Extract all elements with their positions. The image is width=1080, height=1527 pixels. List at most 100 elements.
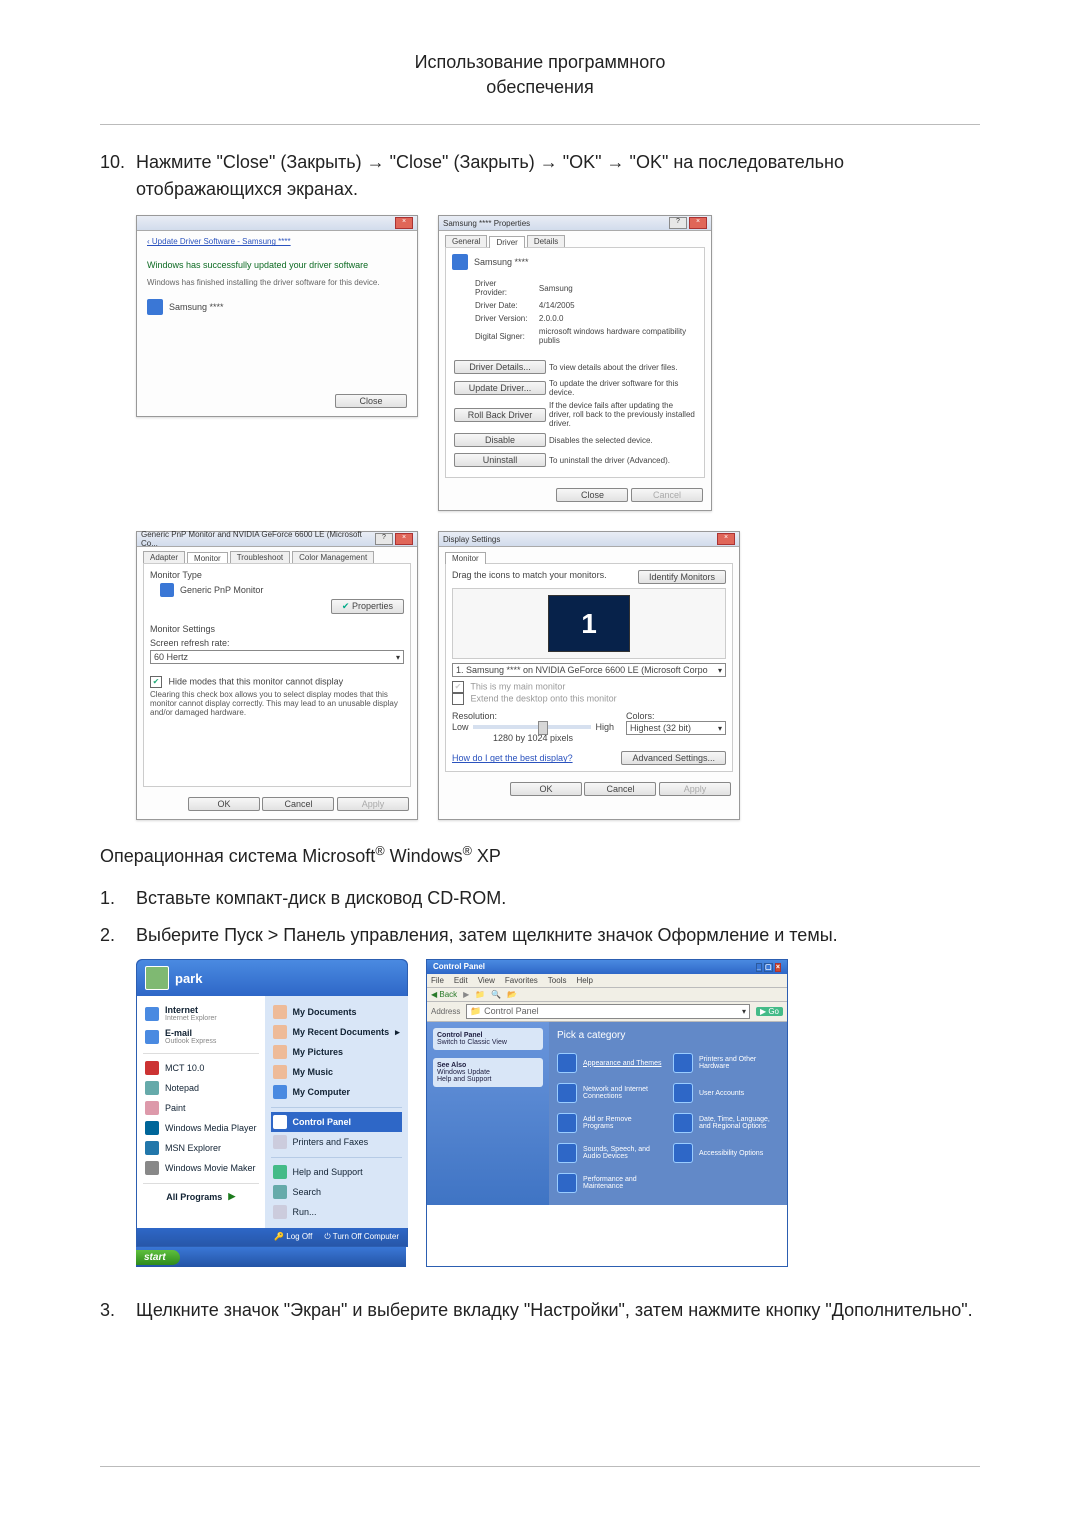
monitor-preview[interactable]: 1 [548,595,630,652]
start-item-msn[interactable]: MSN Explorer [143,1138,259,1158]
tab-adapter[interactable]: Adapter [143,551,185,563]
start-item-mycomputer[interactable]: My Computer [271,1082,402,1102]
close-icon[interactable]: × [395,217,413,229]
cat-printers[interactable]: Printers and Other Hardware [673,1049,779,1077]
start-item-wmm[interactable]: Windows Movie Maker [143,1158,259,1178]
folders-icon[interactable]: 📂 [507,990,517,999]
cat-accessibility[interactable]: Accessibility Options [673,1139,779,1167]
cat-appearance[interactable]: Appearance and Themes [557,1049,663,1077]
advanced-settings-button[interactable]: Advanced Settings... [621,751,726,765]
start-item-search[interactable]: Search [271,1182,402,1202]
sound-icon [557,1143,577,1163]
tab-driver[interactable]: Driver [489,236,524,248]
shutdown-button[interactable]: ⏻ Turn Off Computer [324,1232,399,1242]
monitor-select[interactable]: 1. Samsung **** on NVIDIA GeForce 6600 L… [452,663,726,677]
close-icon[interactable]: × [689,217,707,229]
maximize-icon[interactable]: ▢ [764,963,773,972]
start-item-mct[interactable]: MCT 10.0 [143,1058,259,1078]
start-item-control-panel[interactable]: Control Panel [271,1112,402,1132]
step-1-num: 1. [100,885,136,912]
device-name: Samsung **** [169,302,224,312]
start-all-programs[interactable]: All Programs ▶ [143,1188,259,1205]
tab-details[interactable]: Details [527,235,565,247]
logoff-button[interactable]: 🔑 Log Off [274,1232,312,1242]
close-icon[interactable]: × [775,963,781,972]
properties-button[interactable]: ✔ Properties [331,599,404,614]
tab-troubleshoot[interactable]: Troubleshoot [230,551,290,563]
start-item-music[interactable]: My Music [271,1062,402,1082]
best-display-link[interactable]: How do I get the best display? [452,753,573,763]
up-icon[interactable]: 📁 [475,990,485,999]
help-icon[interactable]: ? [669,217,687,229]
menu-view[interactable]: View [478,976,495,985]
menu-file[interactable]: File [431,976,444,985]
help-support-link[interactable]: Help and Support [437,1076,491,1083]
start-item-help[interactable]: Help and Support [271,1162,402,1182]
colors-select[interactable]: Highest (32 bit)▾ [626,721,726,735]
start-item-paint[interactable]: Paint [143,1098,259,1118]
cat-addremove[interactable]: Add or Remove Programs [557,1109,663,1137]
close-icon[interactable]: × [395,533,413,545]
disable-button[interactable]: Disable [454,433,546,447]
tab-general[interactable]: General [445,235,487,247]
start-item-printers[interactable]: Printers and Faxes [271,1132,402,1152]
cat-sounds[interactable]: Sounds, Speech, and Audio Devices [557,1139,663,1167]
cancel-button[interactable]: Cancel [584,782,656,796]
label: Driver Version: [474,313,536,324]
monitor-icon [160,583,174,597]
label: Driver Date: [474,300,536,311]
start-item-internet[interactable]: InternetInternet Explorer [143,1002,259,1025]
cancel-button[interactable]: Cancel [262,797,334,811]
ok-button[interactable]: OK [510,782,582,796]
cat-network[interactable]: Network and Internet Connections [557,1079,663,1107]
start-user: park [137,960,407,996]
hide-modes-checkbox[interactable]: ✔ [150,676,162,688]
start-item-email[interactable]: E-mailOutlook Express [143,1025,259,1048]
cat-users[interactable]: User Accounts [673,1079,779,1107]
start-item-mydocs[interactable]: My Documents [271,1002,402,1022]
driver-details-button[interactable]: Driver Details... [454,360,546,374]
refresh-rate-select[interactable]: 60 Hertz▾ [150,650,404,664]
start-item-pictures[interactable]: My Pictures [271,1042,402,1062]
tab-color-management[interactable]: Color Management [292,551,374,563]
start-item-recent[interactable]: My Recent Documents ▸ [271,1022,402,1042]
resolution-slider[interactable] [473,725,592,729]
address-bar[interactable]: 📁 Control Panel▾ [466,1004,750,1019]
cat-datetime[interactable]: Date, Time, Language, and Regional Optio… [673,1109,779,1137]
close-button[interactable]: Close [335,394,407,408]
tab-monitor[interactable]: Monitor [445,552,486,564]
rollback-driver-button[interactable]: Roll Back Driver [454,408,546,422]
menu-favorites[interactable]: Favorites [505,976,538,985]
start-item-run[interactable]: Run... [271,1202,402,1222]
switch-classic-link[interactable]: Switch to Classic View [437,1039,507,1046]
menu-tools[interactable]: Tools [548,976,567,985]
identify-monitors-button[interactable]: Identify Monitors [638,570,726,584]
update-driver-button[interactable]: Update Driver... [454,381,546,395]
minimize-icon[interactable]: _ [756,963,762,972]
breadcrumb[interactable]: ‹ Update Driver Software - Samsung **** [147,237,407,246]
performance-icon [557,1173,577,1193]
forward-button: ▶ [463,990,469,999]
close-button[interactable]: Close [556,488,628,502]
cat-performance[interactable]: Performance and Maintenance [557,1169,663,1197]
search-icon[interactable]: 🔍 [491,990,501,999]
screenshots-grid-1: × ‹ Update Driver Software - Samsung ***… [136,215,980,820]
paint-icon [145,1101,159,1115]
ok-button[interactable]: OK [188,797,260,811]
close-icon[interactable]: × [717,533,735,545]
menu-edit[interactable]: Edit [454,976,468,985]
start-button[interactable]: start [136,1250,180,1265]
update-success-headline: Windows has successfully updated your dr… [147,260,407,270]
side-title: See Also [437,1062,466,1069]
start-item-notepad[interactable]: Notepad [143,1078,259,1098]
menu-help[interactable]: Help [576,976,592,985]
cp-main: Pick a category Appearance and Themes Pr… [549,1022,787,1205]
windows-update-link[interactable]: Windows Update [437,1069,490,1076]
uninstall-button[interactable]: Uninstall [454,453,546,467]
go-button[interactable]: ▶ Go [756,1007,783,1016]
header-line2: обеспечения [486,77,593,97]
start-item-wmp[interactable]: Windows Media Player [143,1118,259,1138]
back-button[interactable]: ◀ Back [431,990,457,999]
help-icon[interactable]: ? [375,533,393,545]
apply-button: Apply [337,797,409,811]
